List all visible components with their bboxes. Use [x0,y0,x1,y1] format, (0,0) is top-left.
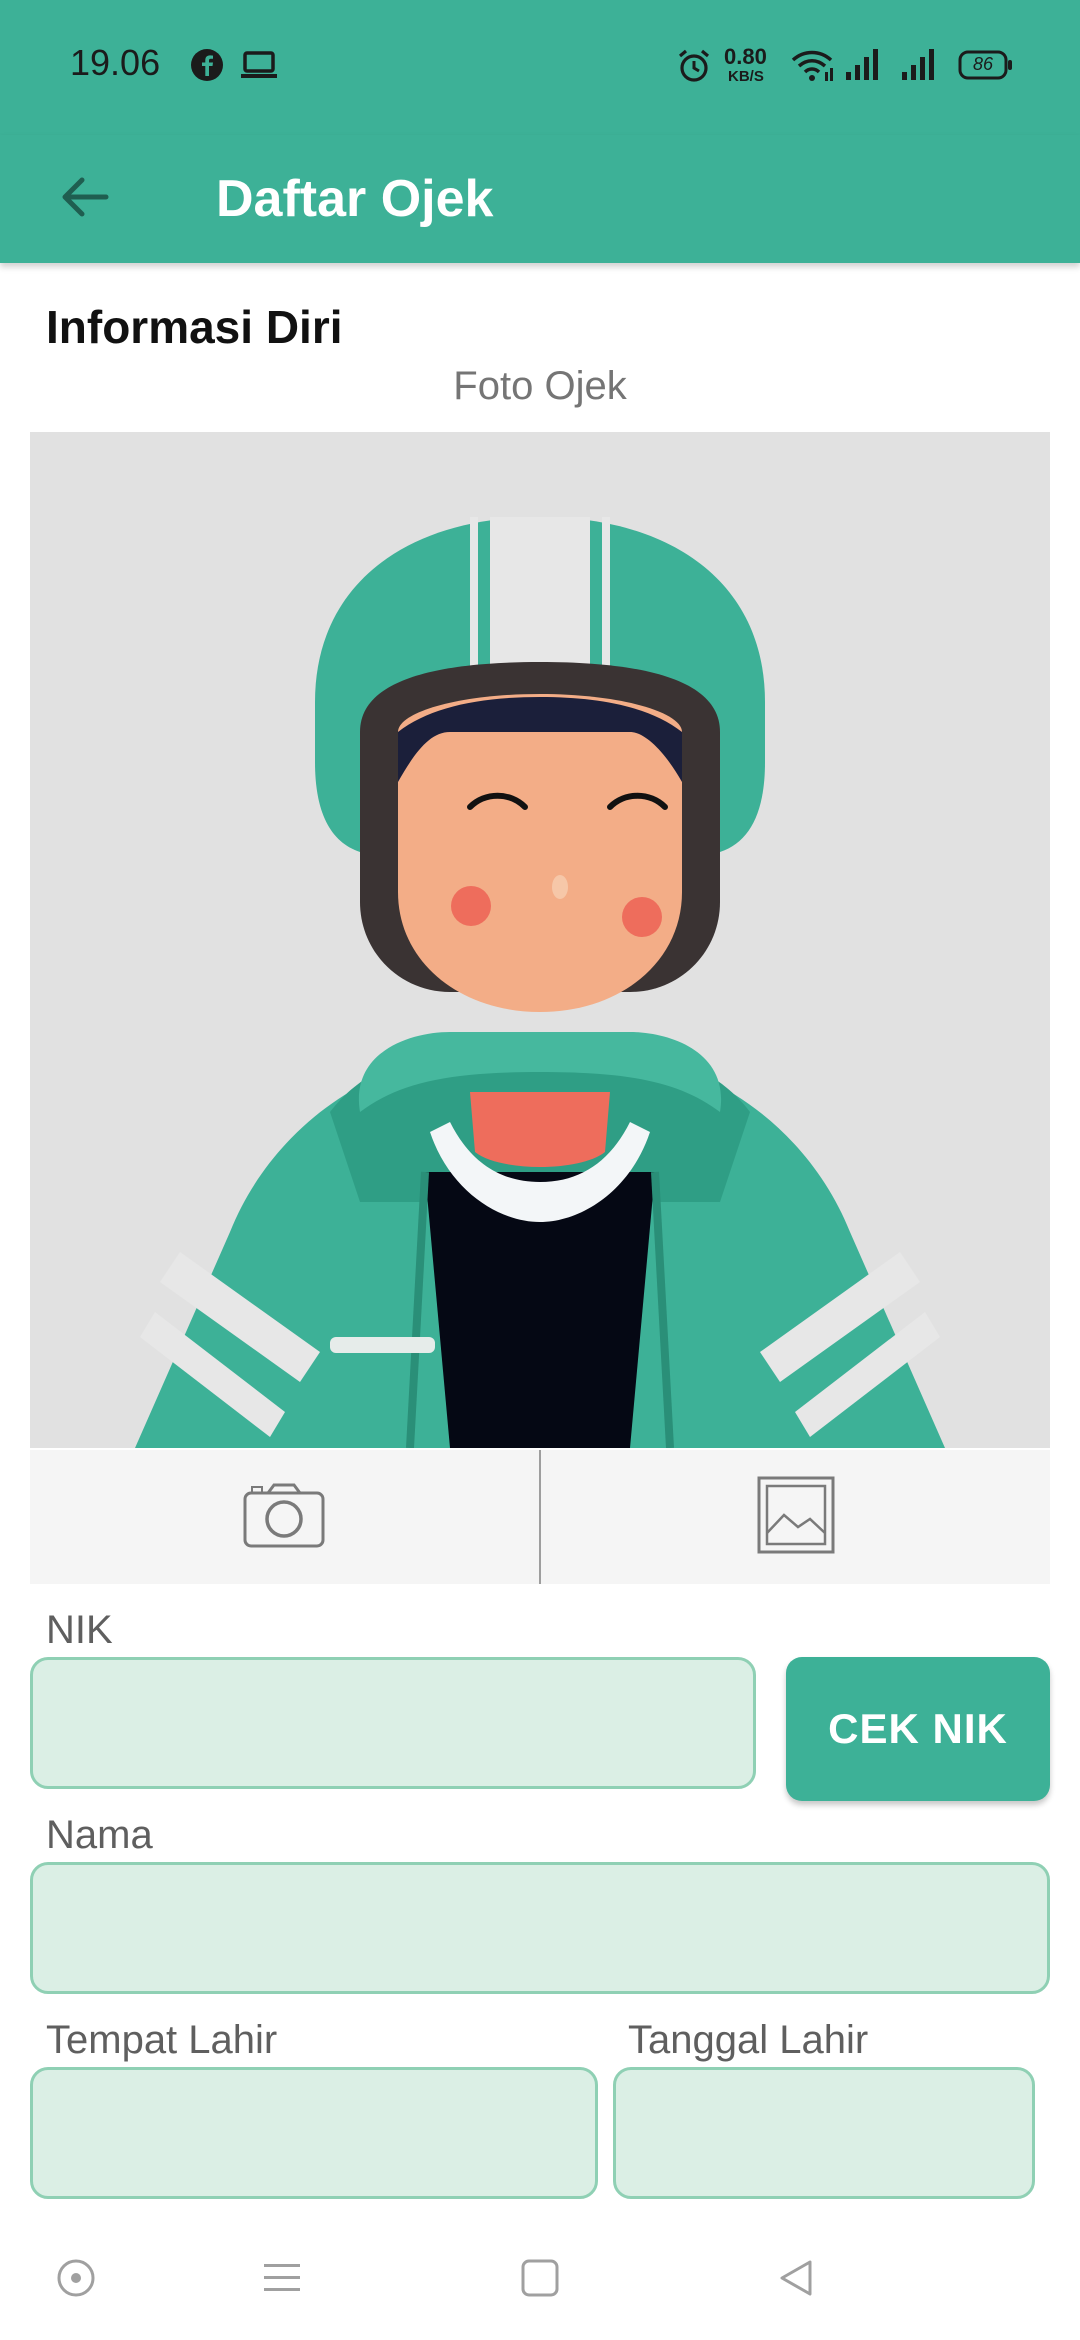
recent-apps-button[interactable] [500,2240,580,2320]
take-photo-button[interactable] [30,1450,538,1584]
photo-source-bar [30,1450,1050,1584]
photo-label: Foto Ojek [453,364,627,408]
system-nav-bar [0,2220,1080,2340]
tempat-lahir-label: Tempat Lahir [46,2018,278,2062]
status-time: 19.06 [70,42,161,83]
image-icon [756,1475,836,1560]
tempat-lahir-input[interactable] [30,2067,598,2199]
laptop-icon [240,50,278,85]
choose-gallery-button[interactable] [542,1450,1050,1584]
net-speed-unit: KB/S [728,68,764,85]
home-circle-icon [54,2256,98,2305]
nik-input[interactable] [30,1657,756,1789]
signal-icon [900,46,942,87]
nik-label: NIK [46,1608,113,1652]
menu-icon [260,2258,304,2303]
tanggal-lahir-input[interactable] [613,2067,1035,2199]
nama-label: Nama [46,1813,153,1857]
back-button[interactable] [48,163,120,235]
page-title: Daftar Ojek [216,170,494,228]
section-title: Informasi Diri [46,301,343,353]
camera-icon [242,1481,326,1554]
alarm-icon [676,48,712,89]
cek-nik-button[interactable]: CEK NIK [786,1657,1050,1801]
system-back-button[interactable] [756,2240,836,2320]
menu-button[interactable] [242,2240,322,2320]
signal-icon [844,46,886,87]
facebook-icon [190,48,224,87]
back-triangle-icon [774,2256,818,2305]
arrow-left-icon [56,169,112,230]
net-speed-value: 0.80 [724,44,767,69]
status-bar: 19.06 0.80 KB/S 86 [0,0,1080,135]
wifi-icon [790,48,834,89]
driver-avatar-illustration [135,517,945,1448]
photo-preview [30,432,1050,1448]
battery-level: 86 [972,54,994,74]
app-bar: Daftar Ojek [0,135,1080,263]
nama-input[interactable] [30,1862,1050,1994]
battery-icon: 86 [958,50,1012,80]
tanggal-lahir-label: Tanggal Lahir [628,2018,869,2062]
assistant-button[interactable] [36,2240,116,2320]
recent-apps-icon [518,2256,562,2305]
divider [539,1450,541,1584]
